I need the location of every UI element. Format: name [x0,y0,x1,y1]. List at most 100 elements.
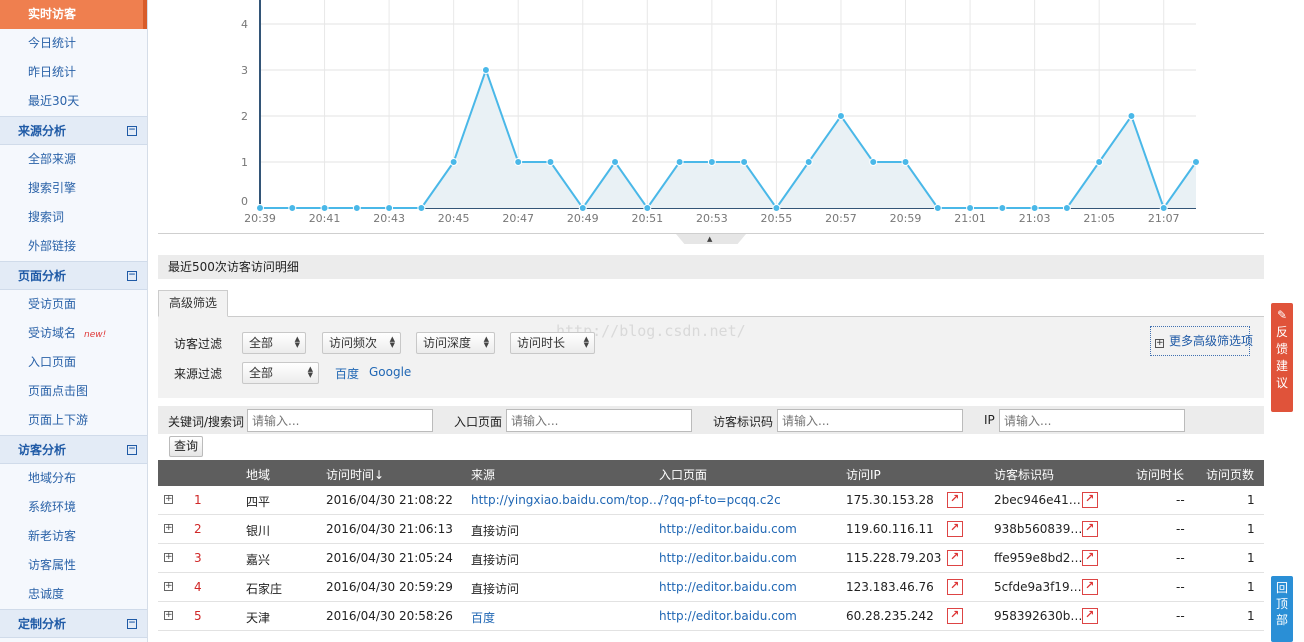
feedback-tab[interactable]: ✎ 反 馈 建 议 [1271,303,1293,412]
ip-input[interactable] [999,409,1185,432]
x-tick-label: 21:07 [1148,212,1180,225]
source-link-baidu[interactable]: 百度 [335,365,359,382]
open-external-icon[interactable] [1082,550,1098,566]
sidebar-item-today[interactable]: 今日统计 [0,29,147,58]
sidebar-item-visited-pages[interactable]: 受访页面 [0,290,147,319]
visitor-filter-label: 访客过滤 [174,337,223,351]
table-row[interactable]: + 5 天津 2016/04/30 20:58:26 百度 http://edi… [158,602,1264,631]
sidebar-item-geo[interactable]: 地域分布 [0,464,147,493]
source-link-google[interactable]: Google [369,365,411,379]
sidebar-item-system-env[interactable]: 系统环境 [0,493,147,522]
x-tick-label: 21:05 [1083,212,1115,225]
search-bar: 关键词/搜索词 入口页面 访客标识码 IP [158,406,1264,434]
cell-entry-page-link[interactable]: http://editor.baidu.com [659,522,797,536]
collapse-icon[interactable]: − [127,445,137,455]
table-row[interactable]: + 1 四平 2016/04/30 21:08:22 http://yingxi… [158,486,1264,515]
column-header-duration[interactable]: 访问时长 [1136,466,1184,483]
column-header-region[interactable]: 地域 [246,466,270,483]
column-header-source[interactable]: 来源 [471,466,495,483]
cell-source: 直接访问 [471,582,520,596]
keyword-input[interactable] [247,409,433,432]
sidebar-item-external-links[interactable]: 外部链接 [0,232,147,261]
collapse-chart-tab[interactable]: ▲ [676,234,746,244]
expand-icon[interactable]: + [164,553,173,562]
source-type-select[interactable]: 全部 ▲ ▼ [242,362,319,384]
tab-advanced-filter[interactable]: 高级筛选 [158,290,228,317]
x-tick-label: 20:51 [631,212,663,225]
open-external-icon[interactable] [947,550,963,566]
back-to-top-button[interactable]: 回 顶 部 [1271,576,1293,642]
visit-depth-select[interactable]: 访问深度 ▲ ▼ [416,332,495,354]
column-header-visit-time[interactable]: 访问时间↓ [326,466,384,483]
visitor-type-select[interactable]: 全部 ▲ ▼ [242,332,306,354]
cell-source-link[interactable]: 百度 [471,609,495,626]
cell-source-link[interactable]: http://yingxiao.baidu.com/top… [471,493,661,507]
open-external-icon[interactable] [1082,579,1098,595]
visitor-id-label: 访客标识码 [713,415,774,429]
sidebar-section-source[interactable]: 来源分析 − [0,116,147,145]
sidebar-section-label: 访客分析 [18,443,67,457]
sidebar-item-loyalty[interactable]: 忠诚度 [0,580,147,609]
data-point [740,158,749,166]
open-external-icon[interactable] [1082,492,1098,508]
page: 实时访客 今日统计 昨日统计 最近30天 来源分析 − 全部来源 搜索引擎 搜索… [0,0,1304,642]
open-external-icon[interactable] [1082,608,1098,624]
collapse-icon[interactable]: − [127,619,137,629]
open-external-icon[interactable] [947,579,963,595]
cell-source: 直接访问 [471,524,520,538]
sidebar-item-visitor-attrs[interactable]: 访客属性 [0,551,147,580]
sidebar-item-search-engines[interactable]: 搜索引擎 [0,174,147,203]
open-external-icon[interactable] [947,608,963,624]
series-area [260,70,1196,208]
collapse-icon[interactable]: − [127,126,137,136]
data-point [352,204,361,212]
sidebar-item-search-terms[interactable]: 搜索词 [0,203,147,232]
sidebar-item-page-flow[interactable]: 页面上下游 [0,406,147,435]
column-header-visitor-id[interactable]: 访客标识码 [994,466,1054,483]
y-tick-label: 3 [241,64,248,77]
backtop-char: 部 [1275,613,1288,627]
sidebar-item-all-sources[interactable]: 全部来源 [0,145,147,174]
cell-entry-page-link[interactable]: /?qq-pf-to=pcqq.c2c [659,493,781,507]
collapse-icon[interactable]: − [127,271,137,281]
sidebar-item-visited-domains[interactable]: 受访域名 new! [0,319,147,348]
cell-ip: 175.30.153.28 [846,493,934,507]
sidebar-item-realtime-visitors[interactable]: 实时访客 [0,0,147,29]
visit-frequency-select[interactable]: 访问频次 ▲ ▼ [322,332,401,354]
plus-icon: + [1155,338,1164,348]
y-tick-label: 1 [241,156,248,169]
cell-entry-page-link[interactable]: http://editor.baidu.com [659,580,797,594]
cell-source: 直接访问 [471,553,520,567]
expand-icon[interactable]: + [164,611,173,620]
sidebar-section-pages[interactable]: 页面分析 − [0,261,147,290]
cell-entry-page-link[interactable]: http://editor.baidu.com [659,551,797,565]
sidebar-item-yesterday[interactable]: 昨日统计 [0,58,147,87]
column-header-entry-page[interactable]: 入口页面 [659,466,707,483]
expand-icon[interactable]: + [164,582,173,591]
open-external-icon[interactable] [947,521,963,537]
visitor-id-input[interactable] [777,409,963,432]
x-tick-label: 20:41 [309,212,341,225]
sidebar-section-custom[interactable]: 定制分析 − [0,609,147,638]
open-external-icon[interactable] [1082,521,1098,537]
more-filters-button[interactable]: + 更多高级筛选项 [1150,326,1253,356]
sidebar-section-visitors[interactable]: 访客分析 − [0,435,147,464]
sidebar-item-click-map[interactable]: 页面点击图 [0,377,147,406]
table-row[interactable]: + 2 银川 2016/04/30 21:06:13 直接访问 http://e… [158,515,1264,544]
data-point [933,204,942,212]
visit-duration-select[interactable]: 访问时长 ▲ ▼ [510,332,595,354]
query-button[interactable]: 查询 [169,436,203,457]
column-header-pages[interactable]: 访问页数 [1206,466,1254,483]
expand-icon[interactable]: + [164,495,173,504]
sidebar-item-entry-pages[interactable]: 入口页面 [0,348,147,377]
table-row[interactable]: + 3 嘉兴 2016/04/30 21:05:24 直接访问 http://e… [158,544,1264,573]
column-header-ip[interactable]: 访问IP [846,466,881,483]
cell-entry-page-link[interactable]: http://editor.baidu.com [659,609,797,623]
table-row[interactable]: + 4 石家庄 2016/04/30 20:59:29 直接访问 http://… [158,573,1264,602]
sidebar-item-new-returning[interactable]: 新老访客 [0,522,147,551]
sidebar-item-last-30-days[interactable]: 最近30天 [0,87,147,116]
open-external-icon[interactable] [947,492,963,508]
cell-pages: 1 [1247,493,1255,507]
entry-page-input[interactable] [506,409,692,432]
expand-icon[interactable]: + [164,524,173,533]
